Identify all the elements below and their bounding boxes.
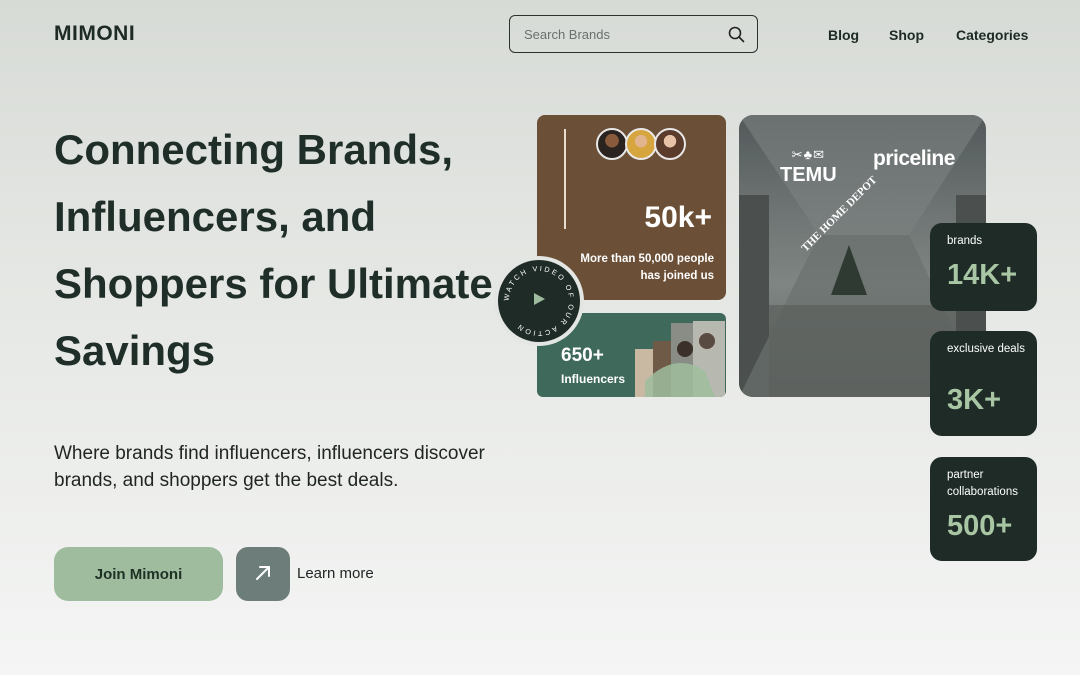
avatar — [654, 128, 686, 160]
stat-label: partner collaborations — [947, 469, 1018, 498]
search-icon[interactable] — [727, 25, 745, 43]
hero-subtitle: Where brands find influencers, influence… — [54, 443, 485, 491]
community-caption: More than 50,000 people has joined us — [580, 253, 714, 282]
stat-partner-collaborations: partner collaborations 500+ — [930, 457, 1037, 561]
play-circle[interactable]: WATCH VIDEO OF OUR ACTION — [498, 260, 580, 342]
logo[interactable]: MIMONI — [54, 22, 135, 46]
svg-text:WATCH VIDEO OF OUR ACTION: WATCH VIDEO OF OUR ACTION — [502, 264, 576, 338]
stat-value: 14K+ — [947, 259, 1018, 291]
avatar-group — [596, 128, 686, 160]
stat-label: brands — [947, 235, 983, 247]
stat-value: 3K+ — [947, 384, 1002, 416]
watch-video-button[interactable]: WATCH VIDEO OF OUR ACTION — [494, 256, 584, 346]
temu-logo: ✂♣✉ TEMU — [780, 147, 837, 186]
avatar — [625, 128, 657, 160]
influencer-photo-collage — [635, 321, 725, 397]
arrow-up-right-icon — [253, 563, 273, 586]
temu-icons: ✂♣✉ — [791, 147, 825, 162]
arrow-button[interactable] — [236, 547, 290, 601]
nav-blog[interactable]: Blog — [828, 27, 859, 43]
stat-value: 500+ — [947, 510, 1013, 542]
community-count: 50k+ — [644, 201, 712, 234]
priceline-logo: priceline — [873, 147, 955, 170]
stat-label: exclusive deals — [947, 343, 1025, 355]
watch-video-text: WATCH VIDEO OF OUR ACTION — [502, 264, 574, 338]
join-button[interactable]: Join Mimoni — [54, 547, 223, 601]
stat-exclusive-deals: exclusive deals 3K+ — [930, 331, 1037, 436]
learn-more-link[interactable]: Learn more — [297, 565, 374, 582]
nav-shop[interactable]: Shop — [889, 27, 924, 43]
search-box[interactable] — [509, 15, 758, 53]
nav-categories[interactable]: Categories — [956, 27, 1028, 43]
influencers-label: Influencers — [561, 372, 626, 386]
stat-brands: brands 14K+ — [930, 223, 1037, 311]
hero-title: Connecting Brands, Influencers, and Shop… — [54, 126, 493, 374]
avatar — [596, 128, 628, 160]
search-input[interactable] — [524, 26, 727, 42]
influencers-count: 650+ — [561, 345, 604, 366]
divider — [564, 129, 566, 229]
